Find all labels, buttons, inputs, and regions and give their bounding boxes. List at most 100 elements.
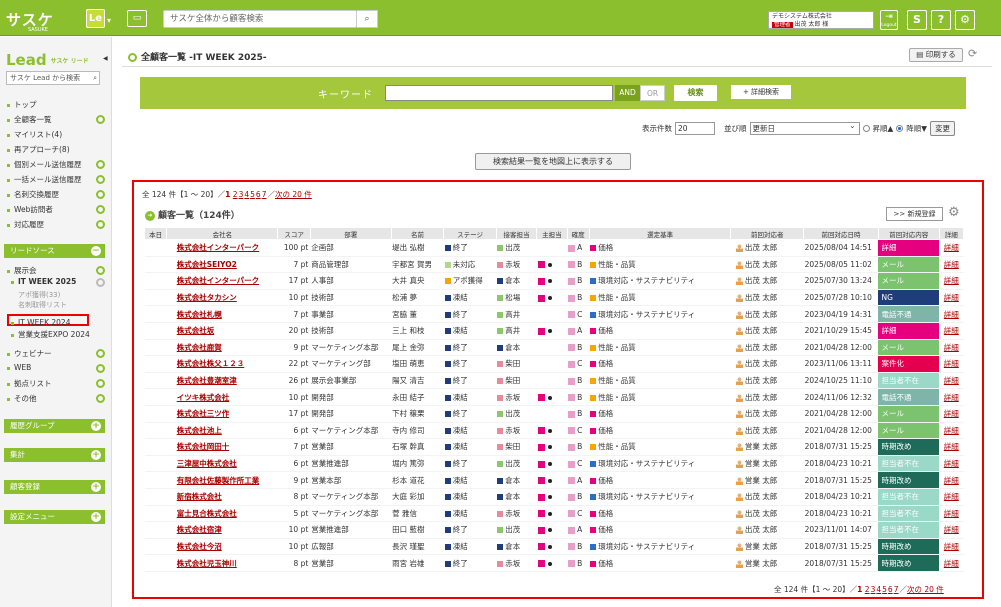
sort-select[interactable]: 更新日 bbox=[749, 120, 860, 135]
asc-radio[interactable] bbox=[862, 125, 870, 132]
detail-link[interactable]: 詳細 bbox=[939, 256, 964, 274]
sasuke-s-icon[interactable]: S bbox=[907, 10, 927, 30]
company-link[interactable]: 富士見合株式会社 bbox=[166, 505, 278, 523]
count-input[interactable]: 20 bbox=[675, 122, 715, 135]
company-link[interactable]: 株式会社インターパーク bbox=[166, 272, 278, 290]
page-link[interactable]: 5 bbox=[882, 585, 887, 594]
table-row[interactable]: 株式会社宿津 10 pt 営業推進部 田口 藍樹 終了 出茂 A 価格 出茂 太郎 2023/11… bbox=[144, 521, 964, 539]
sidebar-item-events[interactable]: 展示会 bbox=[7, 265, 37, 276]
table-row[interactable]: 株式会社三ツ作 17 pt 開発部 下村 穣栗 終了 出茂 B 価格 出茂 太郎 2021/04/… bbox=[144, 405, 964, 423]
company-link[interactable]: 株式会社タカシン bbox=[166, 289, 278, 307]
table-row[interactable]: 有限会社佐藤製作所工業 9 pt 営業本部 杉本 道花 凍結 倉本 A 価格 営業 太郎 2018… bbox=[144, 471, 964, 489]
sidebar-item-it-week-2025[interactable]: IT WEEK 2025 bbox=[11, 277, 76, 286]
or-toggle[interactable]: OR bbox=[640, 85, 665, 101]
company-link[interactable]: 有限会社佐藤製作所工業 bbox=[166, 471, 278, 489]
change-button[interactable]: 変更 bbox=[930, 121, 956, 136]
page-link[interactable]: 4 bbox=[876, 585, 881, 594]
company-link[interactable]: 株式会社岡田十 bbox=[166, 438, 278, 456]
help-icon[interactable]: ? bbox=[931, 10, 951, 30]
page-link[interactable]: 2 bbox=[865, 585, 870, 594]
company-link[interactable]: 株式会社札幌 bbox=[166, 305, 278, 323]
page-link[interactable]: 2 bbox=[233, 190, 238, 199]
add-icon[interactable] bbox=[96, 394, 105, 403]
next-page-link[interactable]: 次の 20 件 bbox=[275, 190, 312, 199]
detail-link[interactable]: 詳細 bbox=[939, 422, 964, 440]
lead-logo[interactable]: Lead サスケ リード bbox=[6, 51, 89, 69]
table-row[interactable]: 株式会社鹿賀 9 pt マーケティング本部 尾上 金弥 終了 倉本 B 性能・品質 出茂 太郎 2… bbox=[144, 339, 964, 357]
logout-button[interactable]: ⇥ Logout bbox=[880, 10, 898, 30]
new-registration-button[interactable]: >> 新規登録 bbox=[886, 207, 943, 221]
sasuke-logo[interactable]: サスケ SASUKE bbox=[6, 8, 54, 34]
detail-link[interactable]: 詳細 bbox=[939, 455, 964, 473]
sidebar-subitem-appointments[interactable]: アポ獲得(33) bbox=[18, 290, 60, 300]
add-icon[interactable] bbox=[96, 349, 105, 358]
company-link[interactable]: 株式会社豊潮室津 bbox=[166, 372, 278, 390]
show-on-map-button[interactable]: 検索結果一覧を地図上に表示する bbox=[475, 153, 631, 170]
table-row[interactable]: 株式会社児玉神川 8 pt 営業部 雨宮 岩雄 終了 赤坂 B 価格 営業 太郎 2018/07/… bbox=[144, 554, 964, 572]
table-row[interactable]: 株式会社SEIYO2 7 pt 商品管理部 宇都宮 賀男 未対応 赤坂 B 性能・品質 出茂 太… bbox=[144, 256, 964, 274]
detail-link[interactable]: 詳細 bbox=[939, 488, 964, 506]
keyword-input[interactable] bbox=[385, 85, 613, 101]
page-link[interactable]: 7 bbox=[262, 190, 267, 199]
table-row[interactable]: 株式会社今沼 10 pt 広報部 長沢 瑾聖 凍結 倉本 B 環境対応・サステナビリティ 営業 … bbox=[144, 538, 964, 556]
sidebar-search-input[interactable]: サスケ Lead から検索 ⌕ bbox=[6, 71, 100, 85]
expand-icon[interactable]: + bbox=[91, 450, 101, 460]
detail-link[interactable]: 詳細 bbox=[939, 521, 964, 539]
sidebar-item-individual-mail[interactable]: 個別メール送信履歴 bbox=[7, 159, 82, 170]
next-page-link[interactable]: 次の 20 件 bbox=[907, 585, 944, 594]
global-search-input[interactable]: サスケ全体から顧客検索 bbox=[163, 10, 357, 28]
company-link[interactable]: 株式会社宿津 bbox=[166, 521, 278, 539]
customer-registration-section[interactable]: 顧客登録 + bbox=[4, 480, 105, 494]
add-icon[interactable] bbox=[96, 364, 105, 373]
history-group-section[interactable]: 履歴グループ + bbox=[4, 419, 105, 433]
add-icon[interactable] bbox=[96, 379, 105, 388]
add-icon[interactable] bbox=[96, 160, 105, 169]
add-icon[interactable] bbox=[96, 205, 105, 214]
sidebar-item-history[interactable]: 対応履歴 bbox=[7, 219, 44, 230]
sidebar-item-sales-expo-2024[interactable]: 営業支援EXPO 2024 bbox=[11, 329, 90, 340]
detail-link[interactable]: 詳細 bbox=[939, 239, 964, 257]
table-row[interactable]: 株式会社株父１２３ 22 pt マーケティング部 塩田 萌恵 終了 柴田 C 価格 出茂 太郎 2… bbox=[144, 355, 964, 373]
company-link[interactable]: 株式会社インターパーク bbox=[166, 239, 278, 257]
sidebar-item-web-visitors[interactable]: Web訪問者 bbox=[7, 204, 53, 215]
sidebar-item-reapproach[interactable]: 再アプローチ(8) bbox=[7, 144, 70, 155]
detail-link[interactable]: 詳細 bbox=[939, 355, 964, 373]
detail-link[interactable]: 詳細 bbox=[939, 388, 964, 406]
company-link[interactable]: 株式会社坂 bbox=[166, 322, 278, 340]
sidebar-item-webinar[interactable]: ウェビナー bbox=[7, 348, 52, 359]
chat-icon[interactable]: ▭ bbox=[127, 10, 147, 27]
advanced-search-button[interactable]: + 詳細検索 bbox=[731, 85, 791, 99]
print-button[interactable]: ▤ 印刷する bbox=[909, 48, 963, 62]
chevron-down-icon[interactable]: ▾ bbox=[107, 16, 111, 25]
table-row[interactable]: 富士見合株式会社 5 pt マーケティング本部菅 雅信 凍結 赤坂 C 価格 出茂 太郎 201… bbox=[144, 505, 964, 523]
remove-icon[interactable] bbox=[96, 278, 105, 287]
detail-link[interactable]: 詳細 bbox=[939, 554, 964, 572]
table-row[interactable]: 株式会社インターパーク 17 pt 人事部 大井 真央 アポ獲得 倉本 B 環境対応・サステナ… bbox=[144, 272, 964, 290]
table-row[interactable]: イツキ株式会社 10 pt 開発部 永田 結子 凍結 赤坂 B 性能・品質 出茂 太郎 2024/… bbox=[144, 388, 964, 406]
detail-link[interactable]: 詳細 bbox=[939, 438, 964, 456]
table-row[interactable]: 株式会社札幌 7 pt 事業部 宮脇 董終了 高井 C 環境対応・サステナビリティ 出茂 太郎… bbox=[144, 305, 964, 323]
page-link[interactable]: 6 bbox=[256, 190, 261, 199]
company-link[interactable]: 株式会社鹿賀 bbox=[166, 339, 278, 357]
company-link[interactable]: 新宿株式会社 bbox=[166, 488, 278, 506]
sidebar-item-bulk-mail[interactable]: 一括メール送信履歴 bbox=[7, 174, 82, 185]
detail-link[interactable]: 詳細 bbox=[939, 339, 964, 357]
table-row[interactable]: 株式会社坂 20 pt 技術部 三上 和枝 凍結 高井 A 価格 出茂 太郎 2021/10/29… bbox=[144, 322, 964, 340]
detail-link[interactable]: 詳細 bbox=[939, 305, 964, 323]
page-link[interactable]: 5 bbox=[250, 190, 255, 199]
search-button[interactable]: 検索 bbox=[674, 85, 717, 101]
sidebar-item-top[interactable]: トップ bbox=[7, 99, 37, 110]
company-link[interactable]: 三津屋中株式会社 bbox=[166, 455, 278, 473]
page-link[interactable]: 7 bbox=[894, 585, 899, 594]
page-link[interactable]: 3 bbox=[239, 190, 244, 199]
and-toggle[interactable]: AND bbox=[615, 85, 640, 101]
page-link[interactable]: 3 bbox=[871, 585, 876, 594]
detail-link[interactable]: 詳細 bbox=[939, 538, 964, 556]
settings-menu-section[interactable]: 設定メニュー + bbox=[4, 510, 105, 524]
aggregation-section[interactable]: 集計 + bbox=[4, 448, 105, 462]
sidebar-item-all-customers[interactable]: 全顧客一覧 bbox=[7, 114, 52, 125]
company-link[interactable]: 株式会社三ツ作 bbox=[166, 405, 278, 423]
add-icon[interactable] bbox=[96, 175, 105, 184]
sidebar-item-locations[interactable]: 拠点リスト bbox=[7, 378, 52, 389]
company-link[interactable]: 株式会社株父１２３ bbox=[166, 355, 278, 373]
